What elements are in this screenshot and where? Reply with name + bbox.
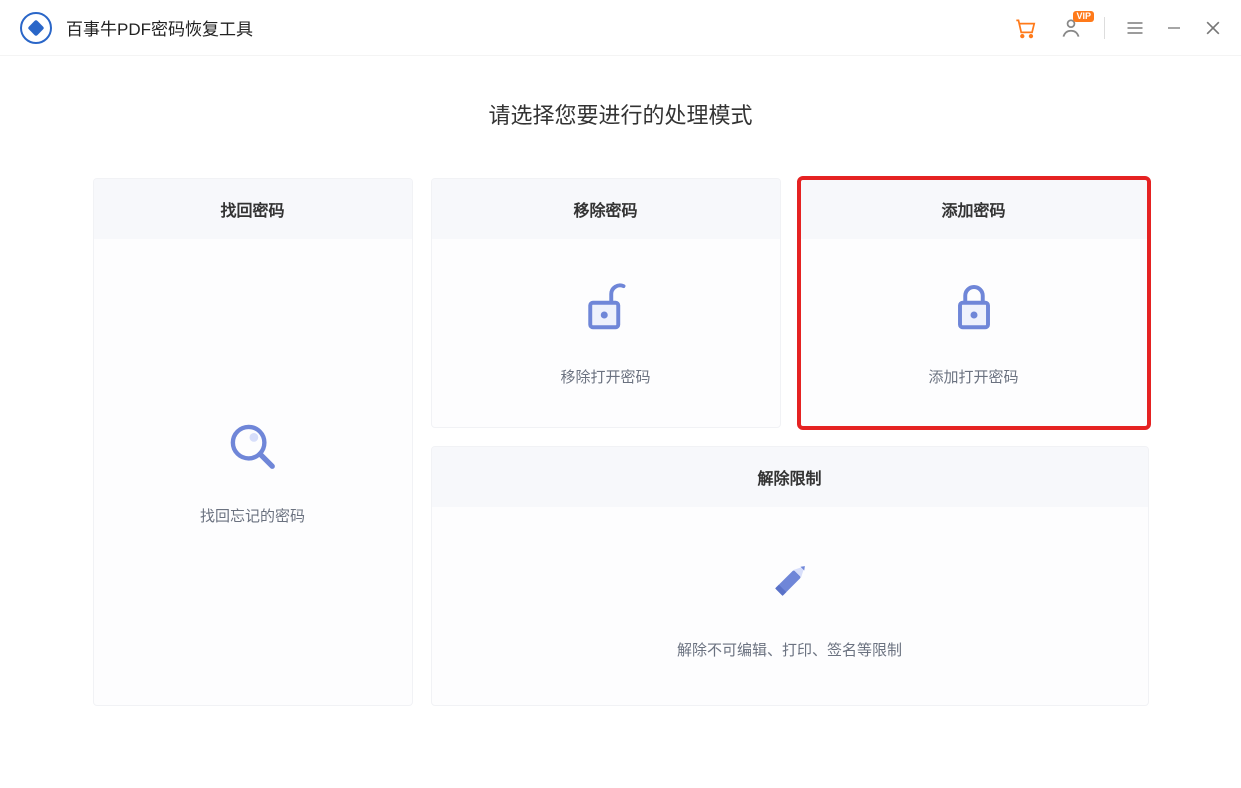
close-button[interactable] xyxy=(1203,18,1223,38)
card-title: 移除密码 xyxy=(432,179,780,239)
app-logo-icon xyxy=(20,12,52,44)
main-content: 请选择您要进行的处理模式 找回密码 找回忘记的密码 移除密码 xyxy=(0,56,1241,706)
card-desc: 解除不可编辑、打印、签名等限制 xyxy=(677,639,902,660)
titlebar: 百事牛PDF密码恢复工具 VIP xyxy=(0,0,1241,56)
card-recover-password[interactable]: 找回密码 找回忘记的密码 xyxy=(93,178,413,706)
lock-open-icon xyxy=(578,280,634,336)
card-title: 添加密码 xyxy=(800,179,1148,239)
card-remove-restrictions[interactable]: 解除限制 解除不可编辑、打印、签名等限制 xyxy=(431,446,1149,706)
magnifier-icon xyxy=(225,419,281,475)
card-title: 解除限制 xyxy=(432,447,1148,507)
card-add-password[interactable]: 添加密码 添加打开密码 xyxy=(799,178,1149,428)
lock-closed-icon xyxy=(946,280,1002,336)
titlebar-separator xyxy=(1104,17,1105,39)
menu-icon[interactable] xyxy=(1125,18,1145,38)
page-heading: 请选择您要进行的处理模式 xyxy=(0,98,1241,130)
app-title: 百事牛PDF密码恢复工具 xyxy=(66,15,253,40)
mode-options-grid: 找回密码 找回忘记的密码 移除密码 xyxy=(0,178,1241,706)
card-desc: 添加打开密码 xyxy=(928,366,1018,387)
minimize-button[interactable] xyxy=(1165,19,1183,37)
pencil-icon xyxy=(762,553,818,609)
card-desc: 移除打开密码 xyxy=(560,366,650,387)
vip-badge: VIP xyxy=(1073,11,1094,22)
user-icon[interactable]: VIP xyxy=(1058,15,1084,41)
card-title: 找回密码 xyxy=(94,179,412,239)
card-remove-password[interactable]: 移除密码 移除打开密码 xyxy=(431,178,781,428)
card-desc: 找回忘记的密码 xyxy=(200,505,305,526)
cart-icon[interactable] xyxy=(1012,15,1038,41)
